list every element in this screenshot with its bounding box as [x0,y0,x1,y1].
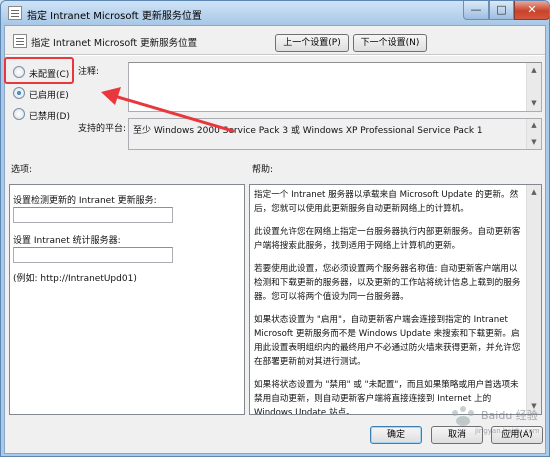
platform-scroll-up-icon[interactable]: ▲ [527,119,541,132]
example-text: (例如: http://IntranetUpd01) [13,274,137,284]
minimize-button[interactable]: — [463,1,489,20]
setting-title: 指定 Intranet Microsoft 更新服务位置 [31,38,198,49]
cancel-button[interactable]: 取消 [431,426,483,444]
platform-scroll-down-icon[interactable]: ▼ [527,136,541,149]
radio-not-configured-label: 未配置(C) [29,70,70,80]
radio-enabled-circle[interactable] [13,87,25,99]
platform-value: 至少 Windows 2000 Service Pack 3 或 Windows… [133,126,483,136]
help-paragraph-1: 指定一个 Intranet 服务器以承载来自 Microsoft Update … [254,190,519,214]
help-heading: 帮助: [252,165,274,175]
apply-button[interactable]: 应用(A) [491,426,543,444]
help-scrollbar[interactable]: ▲ ▼ [526,185,541,414]
radio-disabled-label: 已禁用(D) [29,112,70,122]
platform-scrollbar[interactable]: ▲ ▼ [526,119,541,149]
comment-textbox[interactable]: ▲ ▼ [128,62,542,112]
stats-server-label: 设置 Intranet 统计服务器: [13,236,121,246]
next-setting-button[interactable]: 下一个设置(N) [353,34,427,52]
help-paragraph-2: 此设置允许您在网络上指定一台服务器执行内部更新服务。自动更新客户端将搜索此服务，… [254,227,521,251]
setting-document-icon [13,34,27,48]
help-text-container: 指定一个 Intranet 服务器以承载来自 Microsoft Update … [254,188,526,415]
scroll-up-icon[interactable]: ▲ [527,63,541,78]
header-separator [5,54,545,56]
window-title: 指定 Intranet Microsoft 更新服务位置 [27,11,202,22]
help-scroll-down-icon[interactable]: ▼ [527,399,541,414]
comment-label: 注释: [78,67,100,77]
radio-enabled-label: 已启用(E) [29,91,69,101]
dialog-client-area: 指定 Intranet Microsoft 更新服务位置 上一个设置(P) 下一… [4,25,546,454]
radio-not-configured-circle[interactable] [13,66,25,78]
platform-label: 支持的平台: [78,124,127,134]
policy-dialog-window: 指定 Intranet Microsoft 更新服务位置 — □ ✕ 指定 In… [0,0,550,457]
stats-server-input[interactable] [13,247,173,263]
help-paragraph-4: 如果状态设置为 "启用"，自动更新客户端会连接到指定的 Intranet Mic… [254,315,521,367]
ok-button[interactable]: 确定 [370,426,422,444]
options-heading: 选项: [11,165,33,175]
update-service-label: 设置检测更新的 Intranet 更新服务: [13,196,157,206]
help-panel: 指定一个 Intranet 服务器以承载来自 Microsoft Update … [249,184,542,415]
radio-disabled-circle[interactable] [13,108,25,120]
comment-scrollbar[interactable]: ▲ ▼ [526,63,541,111]
scroll-down-icon[interactable]: ▼ [527,96,541,111]
maximize-button[interactable]: □ [489,1,514,20]
update-service-input[interactable] [13,207,173,223]
close-button[interactable]: ✕ [514,1,549,20]
help-paragraph-3: 若要使用此设置，您必须设置两个服务器名称值: 自动更新客户端用以检测和下载更新的… [254,264,521,302]
options-panel: 设置检测更新的 Intranet 更新服务: 设置 Intranet 统计服务器… [9,184,245,415]
help-scroll-up-icon[interactable]: ▲ [527,185,541,200]
policy-document-icon [8,6,22,20]
title-bar[interactable]: 指定 Intranet Microsoft 更新服务位置 — □ ✕ [1,1,549,25]
platform-box: 至少 Windows 2000 Service Pack 3 或 Windows… [128,118,542,150]
help-paragraph-5: 如果将状态设置为 "禁用" 或 "未配置"，而且如果策略或用户首选项未禁用自动更… [254,380,519,415]
previous-setting-button[interactable]: 上一个设置(P) [275,34,349,52]
